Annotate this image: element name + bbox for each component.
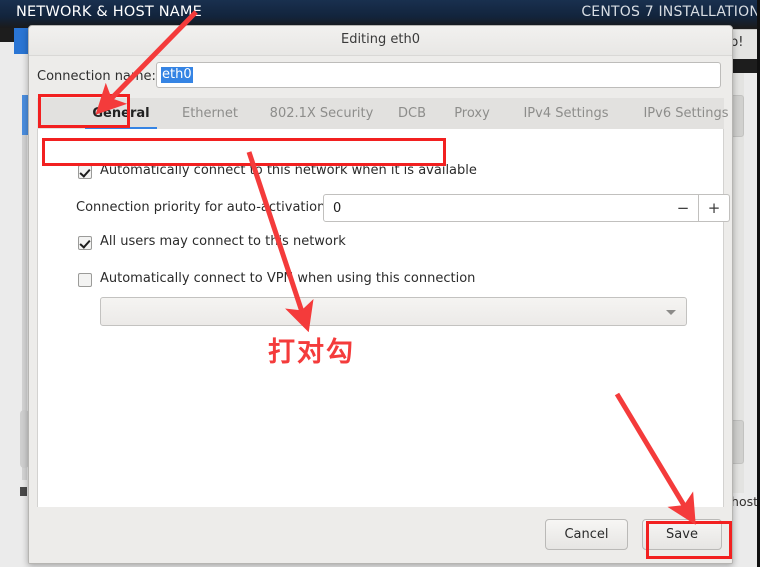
dialog-footer: Cancel Save [29,507,732,563]
background-host-label: host [731,494,758,509]
auto-connect-row[interactable]: Automatically connect to this network wh… [38,162,725,184]
auto-connect-label: Automatically connect to this network wh… [100,163,477,178]
dialog-title: Editing eth0 [340,32,420,47]
tab-ipv4-settings[interactable]: IPv4 Settings [509,98,623,129]
background-marker-square [20,487,27,496]
all-users-checkbox[interactable] [78,236,92,250]
connection-name-input[interactable]: eth0 [156,62,721,88]
vpn-connection-select[interactable] [100,297,687,326]
vpn-select-row [38,297,725,326]
cancel-button[interactable]: Cancel [545,519,628,550]
priority-decrement-button[interactable]: − [668,194,699,222]
chevron-down-icon [666,310,676,315]
tab-proxy[interactable]: Proxy [441,98,503,129]
tab-802-1x-security[interactable]: 802.1X Security [259,98,384,129]
tab-dcb[interactable]: DCB [389,98,435,129]
installer-header-product: CENTOS 7 INSTALLATION [581,4,760,20]
editing-connection-dialog: Editing eth0 Connection name: eth0 Gener… [28,25,733,564]
priority-increment-button[interactable]: + [699,194,730,222]
auto-connect-checkbox[interactable] [78,165,92,179]
auto-vpn-row[interactable]: Automatically connect to VPN when using … [38,270,725,292]
connection-name-row: Connection name: eth0 [29,58,732,95]
connection-priority-value: 0 [333,201,342,216]
connection-priority-label: Connection priority for auto-activation: [76,200,330,215]
connection-name-label: Connection name: [37,69,156,84]
all-users-label: All users may connect to this network [100,234,346,249]
installer-header: NETWORK & HOST NAME CENTOS 7 INSTALLATIO… [0,0,760,28]
save-button[interactable]: Save [642,519,722,550]
connection-priority-row: Connection priority for auto-activation:… [38,194,730,222]
connection-priority-input[interactable]: 0 [323,194,721,222]
all-users-row[interactable]: All users may connect to this network [38,233,725,255]
dialog-titlebar: Editing eth0 [29,26,732,56]
settings-tabstrip: General Ethernet 802.1X Security DCB Proxy IP… [37,98,729,130]
auto-vpn-checkbox[interactable] [78,273,92,287]
tab-ipv6-settings[interactable]: IPv6 Settings [629,98,732,129]
tab-general[interactable]: General [79,98,163,130]
annotation-note-text: 打对勾 [268,337,355,368]
auto-vpn-label: Automatically connect to VPN when using … [100,271,476,286]
installer-header-title: NETWORK & HOST NAME [16,4,202,20]
connection-name-value: eth0 [161,67,193,83]
screen-root: NETWORK & HOST NAME CENTOS 7 INSTALLATIO… [0,0,760,567]
general-tab-panel: Automatically connect to this network wh… [37,129,730,534]
tab-ethernet[interactable]: Ethernet [167,98,253,129]
